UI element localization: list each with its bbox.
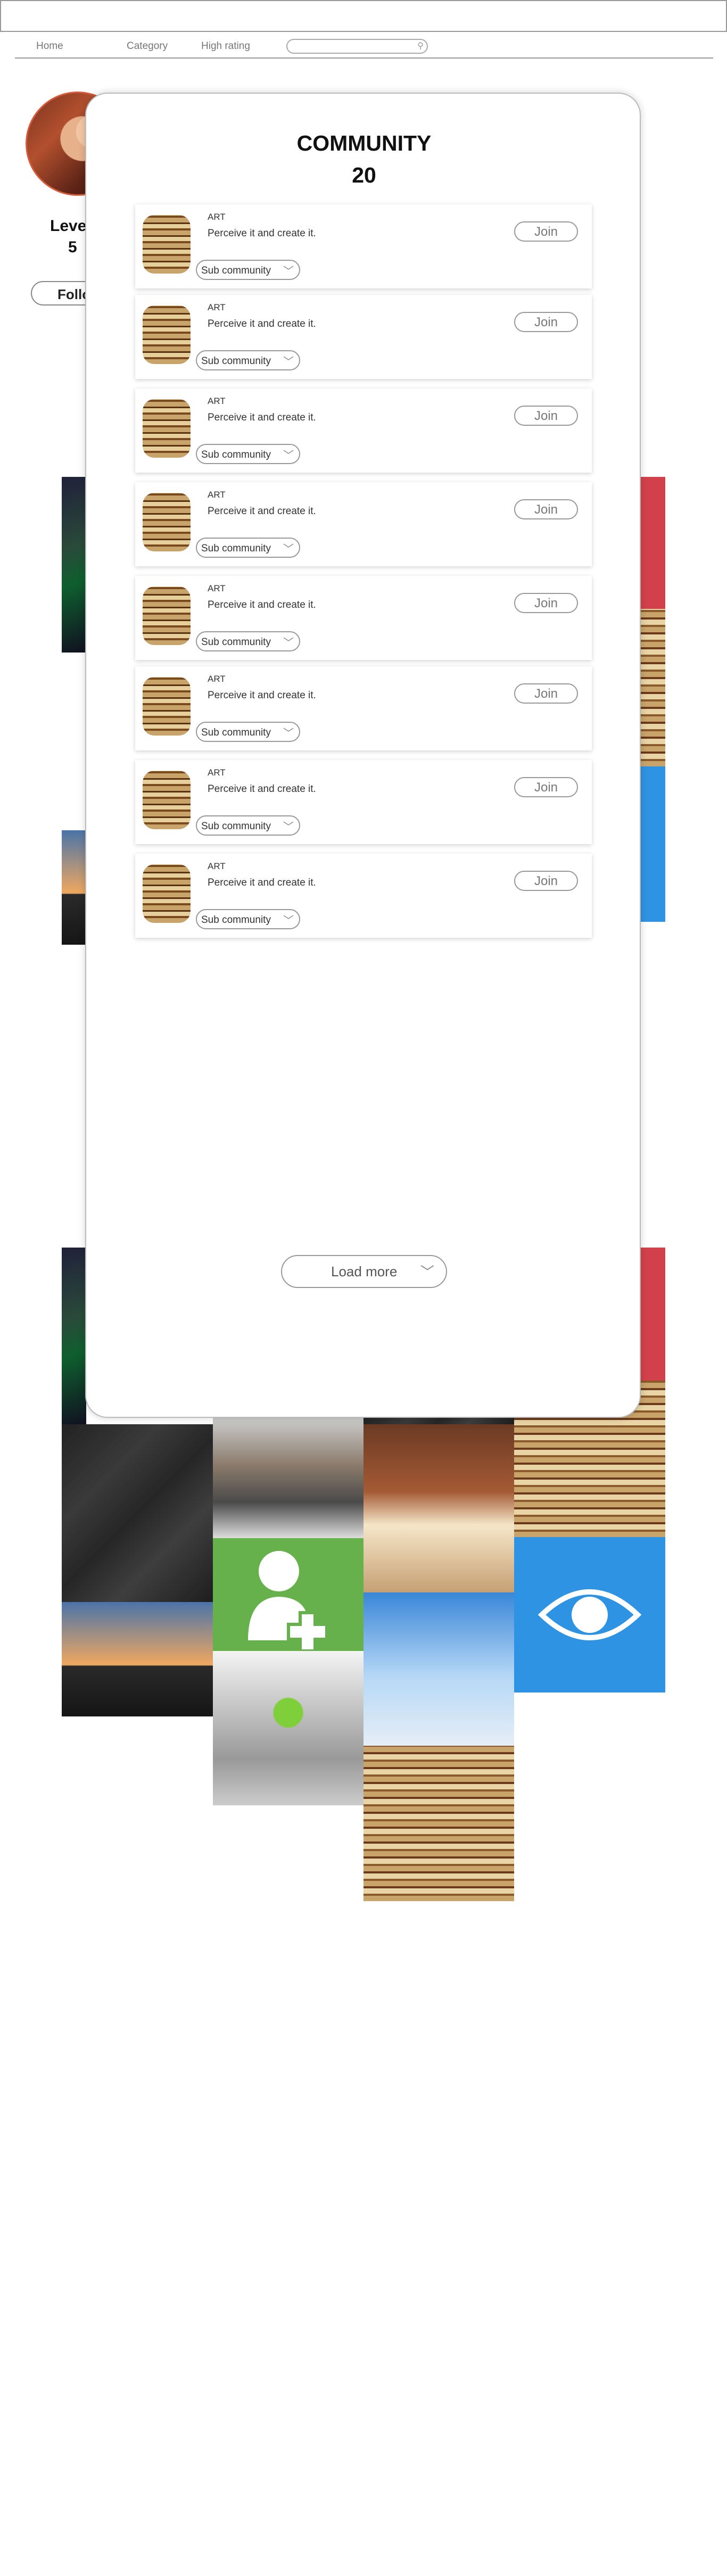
join-button[interactable]: Join [514, 499, 578, 519]
modal-title: COMMUNITY [296, 131, 432, 155]
search-icon[interactable]: ⚲ [417, 40, 424, 51]
community-thumbnail[interactable] [143, 493, 191, 551]
join-button[interactable]: Join [514, 221, 578, 242]
community-title: ART [208, 767, 226, 778]
load-more-label: Load more [331, 1264, 398, 1279]
sub-community-label: Sub community [201, 821, 271, 832]
nav-bar: Home Category High rating ⚲ [15, 35, 713, 59]
gallery-tile[interactable] [213, 1418, 363, 1538]
gallery-tile[interactable] [62, 1248, 86, 1424]
sub-community-dropdown[interactable]: Sub community ﹀ [196, 444, 300, 464]
community-thumbnail[interactable] [143, 771, 191, 829]
sub-community-label: Sub community [201, 449, 271, 460]
chevron-down-icon: ﹀ [283, 637, 294, 649]
sub-community-dropdown[interactable]: Sub community ﹀ [196, 815, 300, 836]
community-description: Perceive it and create it. [208, 228, 316, 239]
community-card[interactable]: ART Perceive it and create it. Sub commu… [135, 854, 592, 938]
level-label: Leve [50, 217, 87, 235]
community-thumbnail[interactable] [143, 677, 191, 736]
community-title: ART [208, 396, 226, 406]
gallery-tile[interactable] [641, 609, 665, 766]
sub-community-dropdown[interactable]: Sub community ﹀ [196, 631, 300, 651]
community-description: Perceive it and create it. [208, 599, 316, 610]
community-card[interactable]: ART Perceive it and create it. Sub commu… [135, 666, 592, 750]
chevron-down-icon: ﹀ [283, 450, 294, 461]
community-description: Perceive it and create it. [208, 690, 316, 701]
chevron-down-icon: ﹀ [283, 728, 294, 739]
gallery-tile[interactable] [62, 1602, 213, 1716]
load-more-button[interactable]: Load more ﹀ [281, 1255, 447, 1288]
level-value: 5 [68, 238, 77, 256]
chevron-down-icon: ﹀ [420, 1264, 434, 1280]
community-title: ART [208, 674, 226, 684]
search-input[interactable]: ⚲ [286, 39, 428, 54]
sub-community-label: Sub community [201, 356, 271, 367]
sub-community-label: Sub community [201, 914, 271, 926]
community-card[interactable]: ART Perceive it and create it. Sub commu… [135, 389, 592, 473]
gallery-tile[interactable] [213, 1651, 363, 1805]
community-card[interactable]: ART Perceive it and create it. Sub commu… [135, 295, 592, 379]
join-button[interactable]: Join [514, 593, 578, 613]
chevron-down-icon: ﹀ [283, 821, 294, 833]
join-button[interactable]: Join [514, 406, 578, 426]
community-description: Perceive it and create it. [208, 783, 316, 795]
community-card[interactable]: ART Perceive it and create it. Sub commu… [135, 576, 592, 660]
sub-community-label: Sub community [201, 265, 271, 276]
sub-community-label: Sub community [201, 543, 271, 554]
join-button[interactable]: Join [514, 683, 578, 704]
sub-community-dropdown[interactable]: Sub community ﹀ [196, 909, 300, 929]
gallery-tile-red[interactable] [641, 1248, 665, 1381]
gallery-tile[interactable] [62, 1424, 213, 1602]
community-thumbnail[interactable] [143, 306, 191, 364]
sub-community-dropdown[interactable]: Sub community ﹀ [196, 722, 300, 742]
community-thumbnail[interactable] [143, 587, 191, 645]
add-user-icon [248, 1551, 328, 1651]
gallery-tile[interactable] [62, 830, 86, 945]
community-card[interactable]: ART Perceive it and create it. Sub commu… [135, 760, 592, 844]
sub-community-dropdown[interactable]: Sub community ﹀ [196, 350, 300, 370]
gallery-tile-blue[interactable] [641, 766, 665, 922]
gallery-tile-red[interactable] [641, 477, 665, 609]
top-bar [0, 0, 727, 32]
nav-high-rating-link[interactable]: High rating [201, 40, 250, 52]
community-title: ART [208, 490, 226, 500]
community-description: Perceive it and create it. [208, 877, 316, 888]
community-card[interactable]: ART Perceive it and create it. Sub commu… [135, 482, 592, 566]
community-modal: COMMUNITY 20 ART Perceive it and create … [85, 93, 641, 1418]
nav-home-link[interactable]: Home [36, 40, 63, 52]
sub-community-dropdown[interactable]: Sub community ﹀ [196, 538, 300, 558]
chevron-down-icon: ﹀ [283, 543, 294, 555]
community-title: ART [208, 861, 226, 871]
chevron-down-icon: ﹀ [283, 356, 294, 368]
community-thumbnail[interactable] [143, 864, 191, 923]
sub-community-dropdown[interactable]: Sub community ﹀ [196, 260, 300, 280]
gallery-tile[interactable] [363, 1424, 514, 1592]
community-description: Perceive it and create it. [208, 318, 316, 329]
community-description: Perceive it and create it. [208, 412, 316, 423]
community-thumbnail[interactable] [143, 215, 191, 274]
community-count: 20 [352, 163, 376, 187]
join-button[interactable]: Join [514, 871, 578, 891]
gallery-tile[interactable] [363, 1592, 514, 1746]
nav-category-link[interactable]: Category [127, 40, 168, 52]
community-title: ART [208, 302, 226, 312]
join-button[interactable]: Join [514, 777, 578, 797]
community-thumbnail[interactable] [143, 399, 191, 458]
chevron-down-icon: ﹀ [283, 915, 294, 927]
sub-community-label: Sub community [201, 637, 271, 648]
gallery-tile[interactable] [363, 1746, 514, 1901]
chevron-down-icon: ﹀ [283, 266, 294, 277]
gallery-tile[interactable] [62, 477, 86, 653]
gallery-tile[interactable] [363, 1418, 514, 1424]
join-button[interactable]: Join [514, 312, 578, 332]
sub-community-label: Sub community [201, 727, 271, 738]
community-title: ART [208, 583, 226, 593]
community-title: ART [208, 212, 226, 222]
community-description: Perceive it and create it. [208, 506, 316, 517]
eye-icon [538, 1589, 642, 1640]
gallery-tile-eye[interactable] [514, 1537, 665, 1692]
community-card[interactable]: ART Perceive it and create it. Sub commu… [135, 204, 592, 288]
gallery-tile-add-user[interactable] [213, 1538, 363, 1651]
